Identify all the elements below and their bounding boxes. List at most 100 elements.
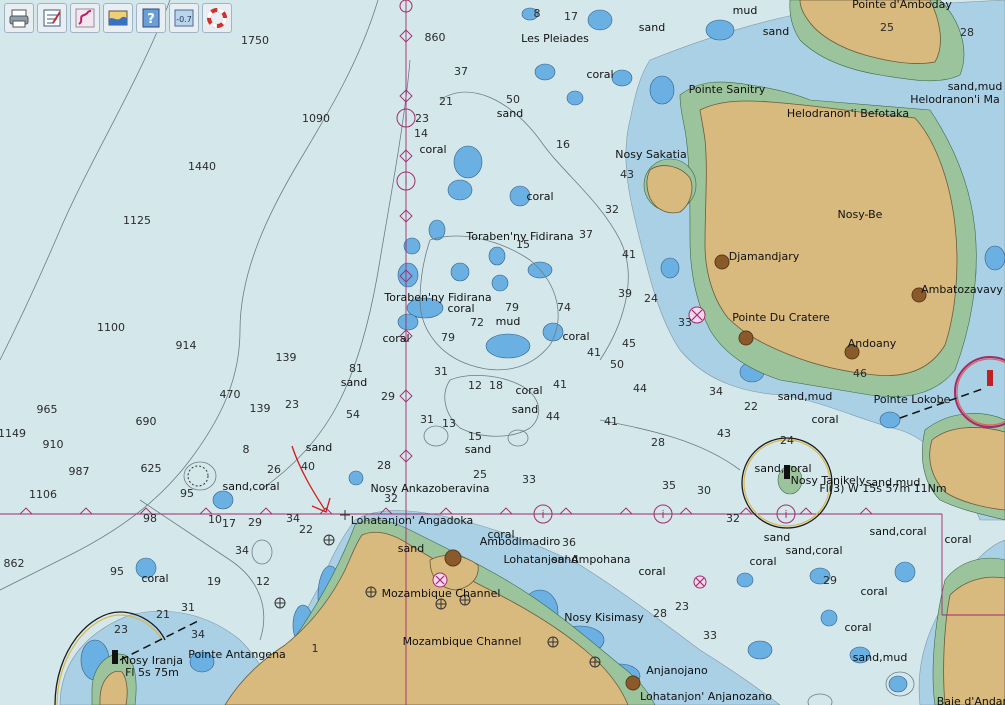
light-characteristic: Fl 5s 75m [125,666,179,679]
seabed-label: coral [586,68,613,81]
depth-sounding: 32 [726,512,740,525]
depth-sounding: 23 [114,623,128,636]
seabed-label: sand,mud [778,390,833,403]
depth-sounding: 10 [208,513,222,526]
depth-sounding: 8 [534,7,541,20]
seabed-label: sand [465,443,491,456]
depth-sounding: 29 [381,390,395,403]
depth-sounding: 12 [256,575,270,588]
seabed-label: coral [562,330,589,343]
depth-button[interactable]: -0.7 [169,3,199,33]
depth-sounding: 860 [425,31,446,44]
seabed-label: sand [398,542,424,555]
depth-sounding: 81 [349,362,363,375]
place-name: Ambodimadiro [480,535,561,548]
depth-sounding: 34 [709,385,723,398]
seabed-label: sand [341,376,367,389]
depth-sounding: 24 [780,434,794,447]
svg-text:?: ? [147,12,155,27]
depth-sounding: 35 [662,479,676,492]
notes-button[interactable] [37,3,67,33]
depth-sounding: 34 [286,512,300,525]
lifebuoy-button[interactable] [202,3,232,33]
depth-sounding: 22 [744,400,758,413]
depth-sounding: 44 [633,382,647,395]
depth-sounding: 22 [299,523,313,536]
route-button[interactable] [70,3,100,33]
seabed-label: coral [811,413,838,426]
lifebuoy-icon [207,8,227,28]
depth-sounding: 40 [301,460,315,473]
tide-icon [108,10,128,26]
chart-canvas[interactable]: ii ii i 1750 860109014401125110091447069… [0,0,1005,705]
depth-sounding: 28 [651,436,665,449]
depth-sounding: 50 [610,358,624,371]
depth-sounding: 1750 [241,34,269,47]
place-name: Pointe d'Amboday [852,0,952,11]
light-characteristic: Fl(3) W 15s 57m 11Nm [819,482,946,495]
seabed-label: coral [844,621,871,634]
depth-sounding: 23 [285,398,299,411]
depth-sounding: 28 [960,26,974,39]
depth-sounding: 72 [470,316,484,329]
depth-sounding: 41 [553,378,567,391]
depth-sounding: 39 [618,287,632,300]
seabed-label: sand [497,107,523,120]
depth-sounding: 43 [620,168,634,181]
depth-sounding: 139 [276,351,297,364]
toolbar: ? -0.7 [0,0,236,42]
print-button[interactable] [4,3,34,33]
depth-sounding: 625 [141,462,162,475]
depth-sounding: 34 [235,544,249,557]
tide-button[interactable] [103,3,133,33]
depth-sounding: 862 [4,557,25,570]
nautical-chart-map[interactable]: ii ii i 1750 860 1090 1440 1125 1100 914… [0,0,1005,705]
place-name: Mozambique Channel [403,635,522,648]
seabed-label: mud [496,315,521,328]
depth-sounding: 1100 [97,321,125,334]
seabed-label: coral [526,190,553,203]
depth-sounding: 46 [853,367,867,380]
depth-sounding: 54 [346,408,360,421]
seabed-label: mud [733,4,758,17]
depth-sounding: 44 [546,410,560,423]
seabed-label: coral [382,332,409,345]
print-icon [9,9,29,28]
seabed-label: sand,mud [948,80,1003,93]
depth-sounding: 34 [191,628,205,641]
svg-text:i: i [784,508,787,521]
seabed-label: sand [512,403,538,416]
depth-sounding: 33 [522,473,536,486]
place-name: Djamandjary [729,250,800,263]
seabed-label: coral [141,572,168,585]
seabed-label: sand,mud [853,651,908,664]
depth-sounding: 98 [143,512,157,525]
depth-sounding: 1149 [0,427,26,440]
place-name: Ambatozavavy [921,283,1003,296]
depth-sounding: 79 [441,331,455,344]
depth-sounding: 28 [653,607,667,620]
depth-sounding: 18 [489,379,503,392]
seabed-label: sand [764,531,790,544]
depth-sounding: 16 [556,138,570,151]
seabed-label: coral [860,585,887,598]
place-name: Toraben'ny Fidirana [465,230,573,243]
depth-sounding: 910 [43,438,64,451]
svg-text:-0.7: -0.7 [176,15,192,24]
place-name: Baie d'Andam [937,695,1005,705]
depth-sounding: 41 [604,415,618,428]
depth-sounding: 21 [439,95,453,108]
place-name: Les Pleiades [521,32,589,45]
depth-sounding: 29 [248,516,262,529]
depth-sounding: 23 [415,112,429,125]
depth-sounding: 43 [717,427,731,440]
depth-sounding: 31 [434,365,448,378]
help-button[interactable]: ? [136,3,166,33]
seabed-label: coral [419,143,446,156]
place-name: Lohatanjon' Ampohana [503,553,630,566]
place-name: Nosy Kisimasy [564,611,644,624]
place-name: Mozambique Channel [382,587,501,600]
place-name: Toraben'ny Fidirana [383,291,491,304]
depth-sounding: 1440 [188,160,216,173]
place-name: Nosy Sakatia [615,148,686,161]
